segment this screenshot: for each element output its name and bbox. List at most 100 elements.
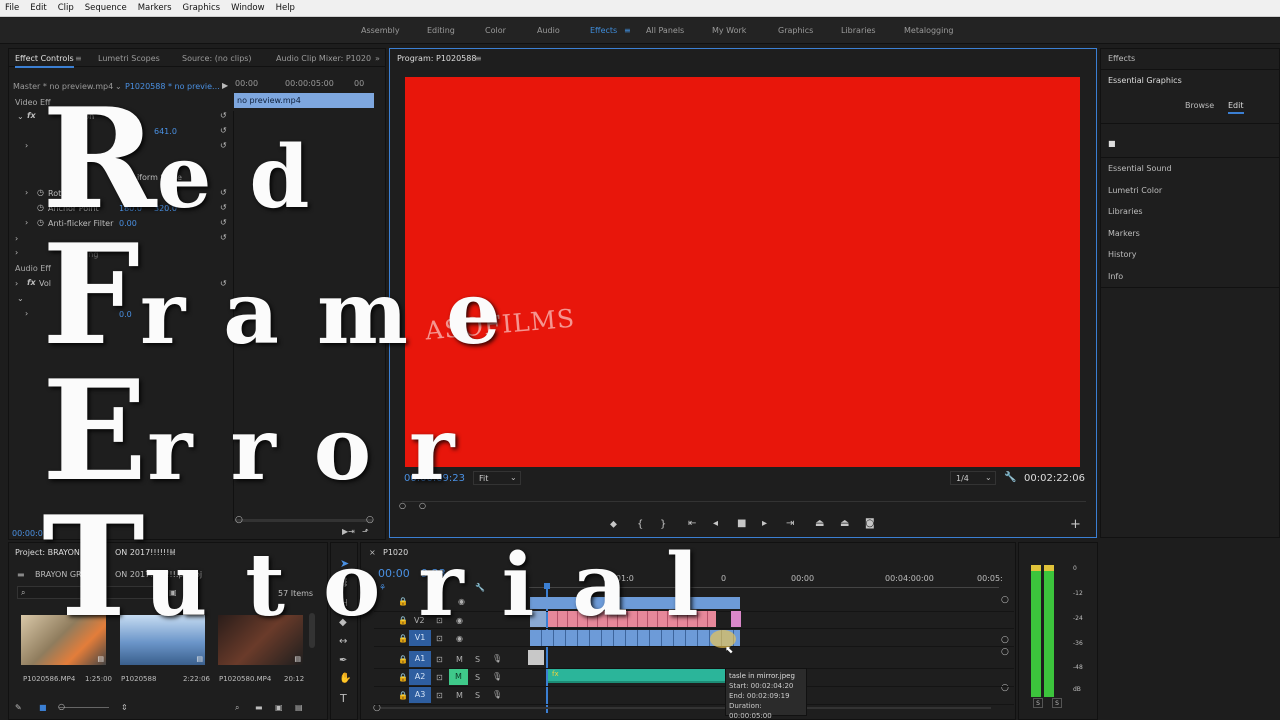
workspace-effects[interactable]: Effects [590,26,617,35]
clip-type-icon: ▤ [97,655,104,663]
microphone-icon[interactable]: 🎙 [492,654,502,663]
clear-icon[interactable]: ▤ [295,703,303,712]
tab-audio-clip-mixer[interactable]: Audio Clip Mixer: P1020 [276,54,371,63]
tab-lumetri-scopes[interactable]: Lumetri Scopes [98,54,160,63]
a2-clip[interactable]: fx [548,669,730,683]
ec-timecode[interactable]: 00:00:0 [12,529,43,538]
lumetri-color-tab[interactable]: Lumetri Color [1108,186,1162,195]
workspace-metalogging[interactable]: Metalogging [904,26,954,35]
menu-window[interactable]: Window [231,3,265,13]
workspace-audio[interactable]: Audio [537,26,560,35]
history-tab[interactable]: History [1108,250,1136,259]
icon-view-icon[interactable]: ■ [39,703,47,712]
chevron-right-icon[interactable]: › [15,279,18,288]
list-view-icon[interactable]: ✎ [15,703,22,712]
chevron-right-icon[interactable]: › [15,248,18,257]
browse-tab[interactable]: Browse [1185,101,1214,110]
lock-icon[interactable]: 🔒 [398,655,408,664]
chevron-right-icon[interactable]: › [25,141,28,150]
microphone-icon[interactable]: 🎙 [492,672,502,681]
track-a2-target[interactable]: A2 [409,669,431,685]
camera-icon[interactable]: ◙ [865,518,875,529]
info-tab[interactable]: Info [1108,272,1123,281]
stop-icon[interactable]: ■ [737,518,746,529]
panel-overflow-icon[interactable]: » [375,54,380,63]
workspace-editing[interactable]: Editing [427,26,455,35]
mute-button[interactable]: M [456,655,463,664]
a1-clip[interactable] [528,650,544,665]
step-forward-icon[interactable]: ▸ [762,518,767,529]
new-layer-icon[interactable]: ■ [1108,139,1116,148]
menu-markers[interactable]: Markers [138,3,172,13]
meter-solo-right-button[interactable]: S [1052,698,1062,708]
chevron-down-icon[interactable]: ⌄ [17,112,24,121]
menu-clip[interactable]: Clip [58,3,74,13]
chevron-down-icon[interactable]: ⌄ [17,294,24,303]
lock-icon[interactable]: 🔒 [398,673,408,682]
workspace-menu-icon[interactable]: ≡ [624,26,631,35]
go-to-out-icon[interactable]: ⇥ [786,518,794,529]
zoom-slider[interactable] [59,707,109,708]
solo-button[interactable]: S [475,691,480,700]
markers-tab[interactable]: Markers [1108,229,1140,238]
solo-button[interactable]: S [475,655,480,664]
add-button-icon[interactable]: + [1070,517,1081,532]
clip-type-icon: ▤ [294,655,301,663]
essential-sound-tab[interactable]: Essential Sound [1108,164,1172,173]
find-icon[interactable]: ⌕ [235,703,239,713]
play-only-icon[interactable]: ▶ [222,81,228,90]
effects-panel-tab[interactable]: Effects [1108,54,1135,63]
workspace-my-work[interactable]: My Work [712,26,746,35]
new-bin-icon[interactable]: ▬ [255,703,263,712]
menu-edit[interactable]: Edit [30,3,46,13]
timeline-h-scrollbar[interactable] [381,707,991,709]
meter-solo-left-button[interactable]: S [1033,698,1043,708]
overlay-title-line-3: Error [42,362,492,500]
workspace-graphics[interactable]: Graphics [778,26,813,35]
sort-icon[interactable]: ⇕ [121,703,128,712]
microphone-icon[interactable]: 🎙 [492,690,502,699]
panel-menu-icon[interactable]: ≡ [75,54,82,63]
menu-graphics[interactable]: Graphics [183,3,221,13]
tab-effect-controls[interactable]: Effect Controls [15,54,74,68]
fx-icon[interactable]: fx [27,111,36,120]
workspace-all-panels[interactable]: All Panels [646,26,684,35]
slip-tool-icon[interactable]: ↔ [339,636,347,647]
tab-source[interactable]: Source: (no clips) [182,54,252,63]
essential-graphics-tab[interactable]: Essential Graphics [1108,76,1182,85]
zoom-slider-handle-icon[interactable]: ○ [58,702,65,711]
menu-help[interactable]: Help [276,3,295,13]
mute-button-active[interactable]: M [449,669,468,685]
lock-icon[interactable]: 🔒 [398,691,408,700]
menu-file[interactable]: File [5,3,19,13]
track-a3-target[interactable]: A3 [409,687,431,703]
mute-button[interactable]: M [456,691,463,700]
chevron-right-icon[interactable]: › [25,309,28,318]
track-a1-target[interactable]: A1 [409,651,431,667]
workspace-assembly[interactable]: Assembly [361,26,400,35]
solo-button[interactable]: S [475,673,480,682]
hand-tool-icon[interactable]: ✋ [339,673,351,684]
lift-icon[interactable]: ⏏ [815,518,824,529]
workspace-color[interactable]: Color [485,26,506,35]
fx-icon[interactable]: fx [27,278,36,287]
menu-sequence[interactable]: Sequence [85,3,127,13]
wrench-icon[interactable]: 🔧 [1004,472,1016,483]
thumbnail-1-name: P1020586.MP4 [23,675,76,683]
panel-menu-icon[interactable]: ≡ [475,54,482,63]
extract-icon[interactable]: ⏏ [840,518,849,529]
chevron-right-icon[interactable]: › [25,188,28,197]
chevron-right-icon[interactable]: › [15,234,18,243]
new-item-icon[interactable]: ▣ [275,703,283,712]
pen-tool-icon[interactable]: ✒ [339,655,347,666]
sync-lock-icon[interactable]: ⊡ [436,655,443,664]
libraries-tab[interactable]: Libraries [1108,207,1143,216]
sync-lock-icon[interactable]: ⊡ [436,673,443,682]
sync-lock-icon[interactable]: ⊡ [436,691,443,700]
type-tool-icon[interactable]: T [340,692,347,705]
workspace-libraries[interactable]: Libraries [841,26,876,35]
overlay-title-cap: T [42,485,145,648]
chevron-right-icon[interactable]: › [25,218,28,227]
edit-tab[interactable]: Edit [1228,101,1244,114]
resolution-dropdown[interactable]: 1/4 ⌄ [950,471,996,485]
